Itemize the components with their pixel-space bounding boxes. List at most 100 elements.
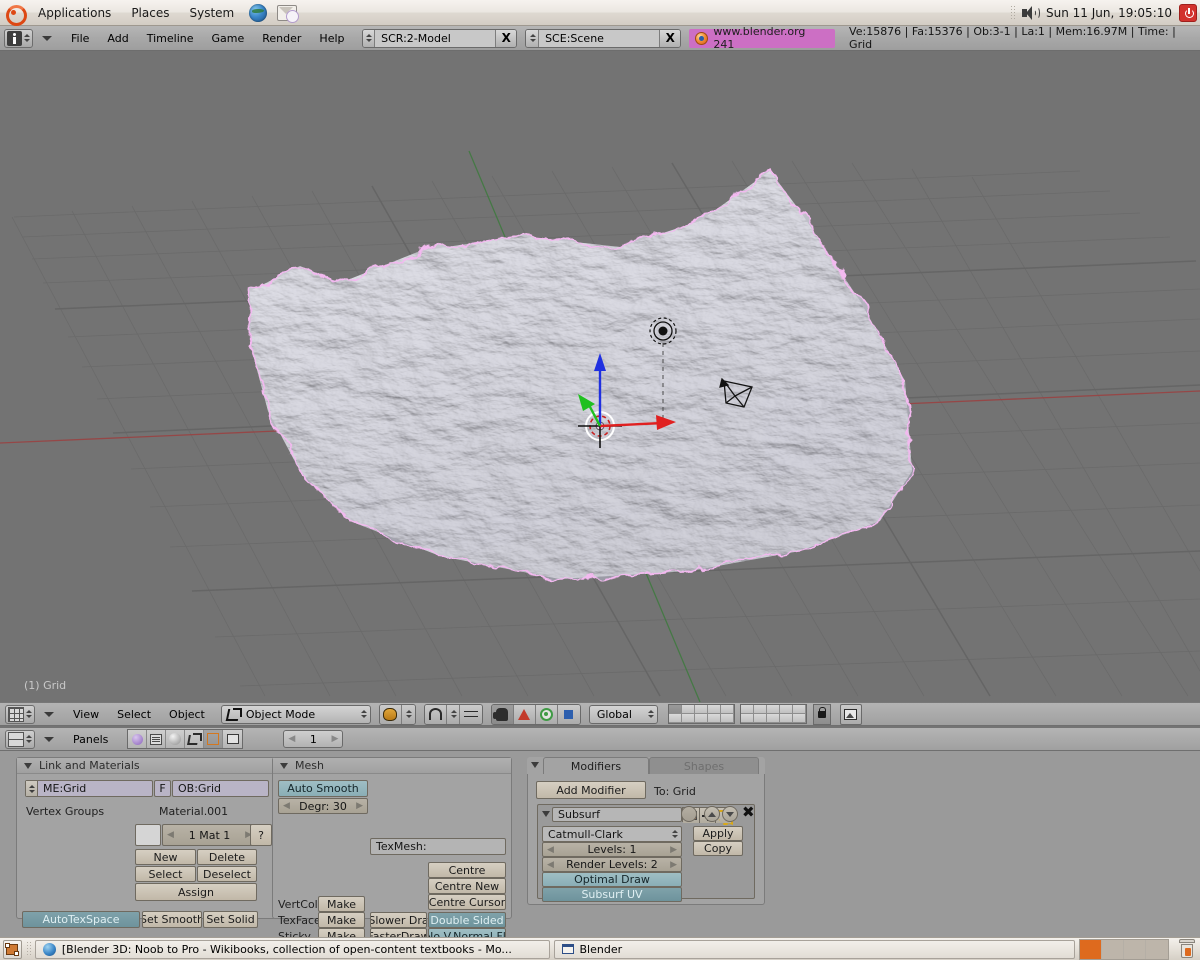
layer-cell[interactable] <box>766 705 780 714</box>
speaker-icon[interactable] <box>1022 5 1040 20</box>
snap-mode-spinner[interactable] <box>446 704 460 724</box>
degr-prev-icon[interactable]: ◀ <box>283 801 290 811</box>
scene-name[interactable]: SCE:Scene <box>539 29 660 47</box>
panel-page-stepper[interactable]: ◀ 1 ▶ <box>283 730 344 748</box>
layer-cell[interactable] <box>707 705 721 714</box>
3d-viewport[interactable]: (1) Grid <box>0 51 1200 702</box>
set-smooth-button[interactable]: Set Smooth <box>142 911 202 928</box>
layer-cell[interactable] <box>779 705 793 714</box>
proportional-edit-button[interactable] <box>459 704 482 724</box>
ubuntu-logo-icon[interactable] <box>4 3 27 26</box>
panel-link-and-materials[interactable]: Link and Materials ME:Grid F OB:Grid Ver… <box>16 757 276 928</box>
page-prev-icon[interactable]: ◀ <box>288 734 295 744</box>
collapse-triangle-icon[interactable] <box>24 762 32 769</box>
manipulator-toggle-button[interactable] <box>491 704 514 724</box>
modifier-apply-button[interactable]: Apply <box>693 826 743 841</box>
render-levels-stepper[interactable]: ◀ Render Levels: 2 ▶ <box>542 857 682 872</box>
layer-block-right[interactable] <box>739 704 807 724</box>
material-color-swatch[interactable] <box>135 824 161 846</box>
layer-cell[interactable] <box>740 714 754 723</box>
context-logic-button[interactable] <box>128 730 148 748</box>
menu-applications[interactable]: Applications <box>33 4 116 22</box>
layer-cell[interactable] <box>740 705 754 714</box>
slower-draw-button[interactable]: Slower Dra <box>370 912 427 928</box>
trash-icon[interactable] <box>1177 939 1197 959</box>
layer-cell[interactable] <box>668 714 682 723</box>
globe-icon[interactable] <box>249 3 268 22</box>
menu-timeline[interactable]: Timeline <box>138 32 203 45</box>
levels-prev-icon[interactable]: ◀ <box>547 845 554 855</box>
levels-stepper[interactable]: ◀ Levels: 1 ▶ <box>542 842 682 857</box>
scene-selector[interactable]: SCE:Scene X <box>525 28 682 48</box>
modifier-copy-button[interactable]: Copy <box>693 841 743 856</box>
panel-link-and-materials-header[interactable]: Link and Materials <box>17 758 275 774</box>
manipulator-translate-button[interactable] <box>513 704 536 724</box>
workspace-1[interactable] <box>1080 939 1103 959</box>
layer-cell[interactable] <box>668 705 682 714</box>
layer-cell[interactable] <box>694 714 708 723</box>
modifier-name-field[interactable]: Subsurf <box>552 807 682 822</box>
workspace-switcher[interactable] <box>1079 938 1170 960</box>
menu-system[interactable]: System <box>184 4 239 22</box>
modifier-move-up-button[interactable] <box>704 806 720 822</box>
collapse-triangle-icon[interactable] <box>280 762 288 769</box>
layer-cell[interactable] <box>792 705 806 714</box>
layer-cell[interactable] <box>753 714 767 723</box>
modifier-move-down-button[interactable] <box>722 806 738 822</box>
new-vertex-group-button[interactable]: New <box>135 849 196 865</box>
deselect-button[interactable]: Deselect <box>197 866 257 882</box>
buttons-editor-type-selector[interactable] <box>5 729 35 749</box>
manipulator-rotate-button[interactable] <box>535 704 558 724</box>
taskbar-item-firefox[interactable]: [Blender 3D: Noob to Pro - Wikibooks, co… <box>34 939 550 959</box>
subdivision-type-select[interactable]: Catmull-Clark <box>542 826 682 842</box>
texface-make-button[interactable]: Make <box>318 912 365 928</box>
material-help-button[interactable]: ? <box>250 824 272 846</box>
draw-type-group[interactable] <box>378 703 416 725</box>
panel-modifiers[interactable]: Modifiers Shapes Add Modifier To: Grid S… <box>527 757 765 905</box>
layer-cell[interactable] <box>720 705 734 714</box>
menu-render[interactable]: Render <box>253 32 310 45</box>
delete-vertex-group-button[interactable]: Delete <box>197 849 257 865</box>
modifier-expand-icon[interactable] <box>542 811 550 817</box>
fake-user-button[interactable]: F <box>154 780 171 797</box>
texmesh-field[interactable]: TexMesh: <box>370 838 506 855</box>
view3d-menu-view[interactable]: View <box>64 708 108 721</box>
view3d-collapse-menu-icon[interactable] <box>44 711 54 717</box>
layer-cell[interactable] <box>753 705 767 714</box>
auto-smooth-button[interactable]: Auto Smooth <box>278 780 368 797</box>
window-type-selector[interactable] <box>4 28 33 48</box>
buttons-collapse-menu-icon[interactable] <box>44 736 54 742</box>
terrain-mesh[interactable] <box>240 161 930 591</box>
mode-selector[interactable]: Object Mode <box>220 704 371 724</box>
centre-new-button[interactable]: Centre New <box>428 878 506 894</box>
auto-smooth-degr-stepper[interactable]: ◀ Degr: 30 ▶ <box>278 798 368 814</box>
object-datablock-field[interactable]: OB:Grid <box>172 780 269 797</box>
collapse-triangle-icon[interactable] <box>531 762 539 768</box>
workspace-2[interactable] <box>1102 939 1125 959</box>
modifier-tabs[interactable]: Modifiers Shapes <box>527 757 765 774</box>
manipulator-scale-button[interactable] <box>557 704 580 724</box>
tab-modifiers[interactable]: Modifiers <box>543 757 649 774</box>
menu-add[interactable]: Add <box>98 32 137 45</box>
levels-next-icon[interactable]: ▶ <box>670 845 677 855</box>
context-object-button[interactable] <box>185 730 205 748</box>
optimal-draw-button[interactable]: Optimal Draw <box>542 872 682 887</box>
workspace-3[interactable] <box>1124 939 1147 959</box>
draw-type-button[interactable] <box>379 704 402 724</box>
add-modifier-button[interactable]: Add Modifier <box>536 781 646 799</box>
context-editing-button[interactable] <box>204 730 224 748</box>
show-desktop-button[interactable] <box>3 939 22 959</box>
material-index-prev-icon[interactable]: ◀ <box>167 830 174 840</box>
layer-buttons[interactable] <box>667 704 807 724</box>
modifier-delete-button[interactable]: ✖ <box>742 805 755 820</box>
lock-button[interactable] <box>812 703 831 725</box>
page-next-icon[interactable]: ▶ <box>331 734 338 744</box>
layer-cell[interactable] <box>707 714 721 723</box>
double-sided-button[interactable]: Double Sided <box>428 912 506 928</box>
menu-game[interactable]: Game <box>203 32 254 45</box>
view3d-editor-type-selector[interactable] <box>5 704 35 724</box>
context-icon-group[interactable] <box>127 729 244 749</box>
screen-name[interactable]: SCR:2-Model <box>375 29 496 47</box>
layer-block-left[interactable] <box>667 704 735 724</box>
set-solid-button[interactable]: Set Solid <box>203 911 258 928</box>
